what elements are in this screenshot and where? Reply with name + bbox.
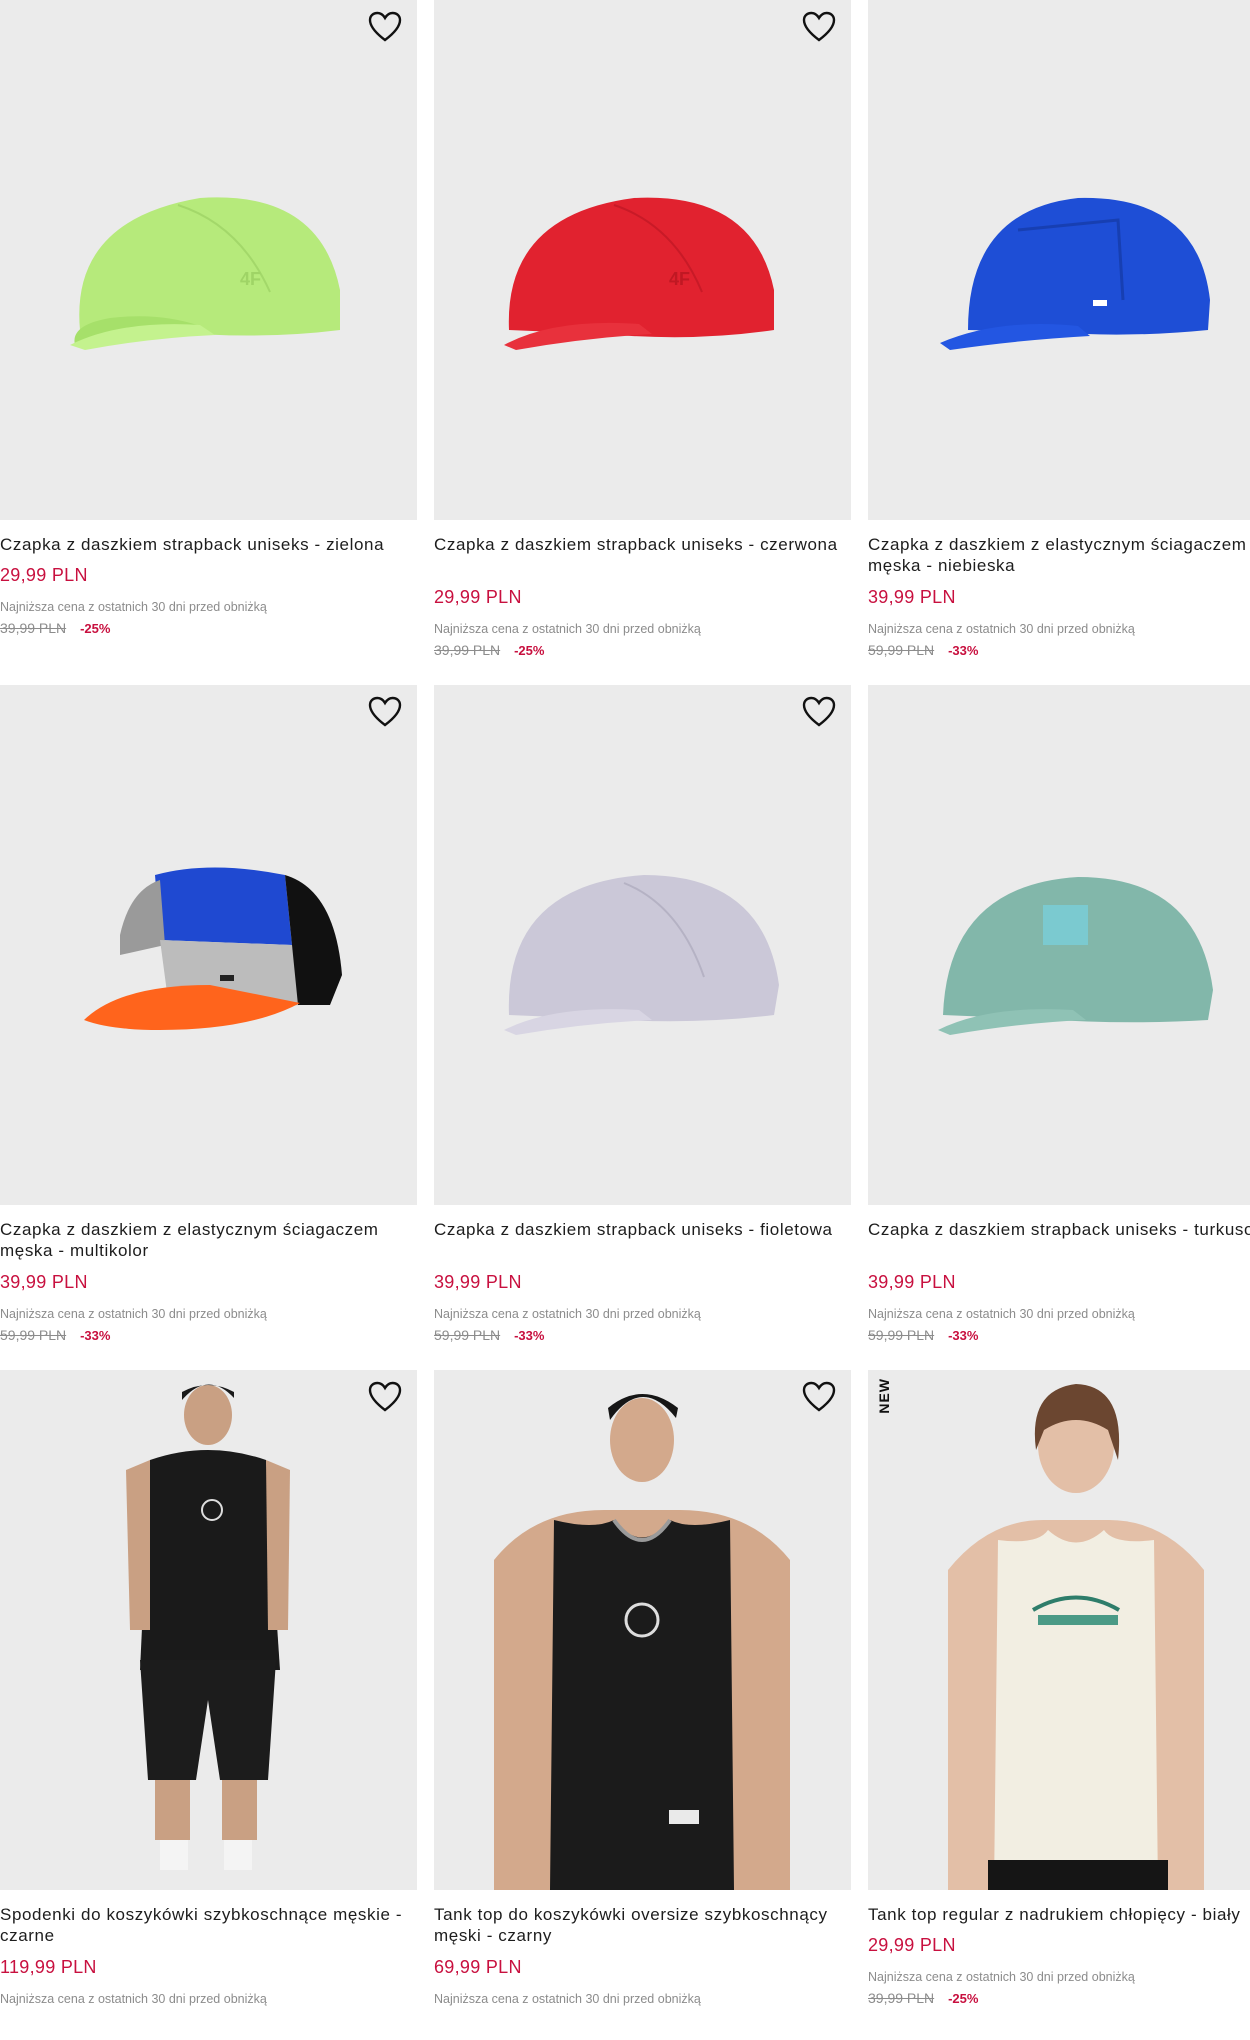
- lowest-price-label: Najniższa cena z ostatnich 30 dni przed …: [434, 1307, 701, 1321]
- discount-badge: -33%: [948, 643, 979, 658]
- wishlist-heart-icon[interactable]: [367, 10, 403, 44]
- lowest-price-label: Najniższa cena z ostatnich 30 dni przed …: [0, 600, 267, 614]
- product-price: 39,99 PLN: [868, 587, 956, 607]
- product-price: 39,99 PLN: [0, 1272, 88, 1292]
- product-price: 29,99 PLN: [868, 1935, 956, 1955]
- product-image[interactable]: [868, 1370, 1250, 1890]
- lowest-price-label: Najniższa cena z ostatnich 30 dni przed …: [868, 1970, 1135, 1984]
- lowest-price-label: Najniższa cena z ostatnich 30 dni przed …: [434, 1992, 701, 2006]
- product-card[interactable]: Czapka z daszkiem z elastycznym ściagacz…: [0, 685, 417, 1355]
- product-card[interactable]: Czapka z daszkiem z elastycznym ściagacz…: [868, 0, 1250, 670]
- product-card[interactable]: Czapka z daszkiem strapback uniseks - fi…: [434, 685, 851, 1355]
- product-title[interactable]: Czapka z daszkiem strapback uniseks - fi…: [434, 1219, 851, 1240]
- product-price: 29,99 PLN: [0, 565, 88, 585]
- old-price-row: 39,99 PLN -25%: [434, 642, 544, 658]
- product-card[interactable]: Czapka z daszkiem strapback uniseks - tu…: [868, 685, 1250, 1355]
- old-price: 39,99 PLN: [868, 1990, 935, 2006]
- product-image[interactable]: [0, 1370, 417, 1890]
- product-card[interactable]: NEW Tank top regular z nadrukiem chłopię…: [868, 1370, 1250, 2040]
- old-price-row: 39,99 PLN -25%: [0, 620, 110, 636]
- old-price-row: 59,99 PLN -33%: [434, 1327, 544, 1343]
- product-title-text: Czapka z daszkiem z elastycznym ściagacz…: [868, 535, 1247, 575]
- discount-badge: -33%: [948, 1328, 979, 1343]
- old-price: 59,99 PLN: [0, 1327, 67, 1343]
- wishlist-heart-icon[interactable]: [367, 695, 403, 729]
- product-title[interactable]: Tank top regular z nadrukiem chłopięcy -…: [868, 1904, 1250, 1925]
- product-price: 69,99 PLN: [434, 1957, 522, 1977]
- product-card[interactable]: 4F Czapka z daszkiem strapback uniseks -…: [0, 0, 417, 670]
- discount-badge: -25%: [514, 643, 545, 658]
- wishlist-heart-icon[interactable]: [801, 10, 837, 44]
- old-price: 39,99 PLN: [0, 620, 67, 636]
- product-image[interactable]: [0, 685, 417, 1205]
- discount-badge: -33%: [80, 1328, 111, 1343]
- discount-badge: -25%: [948, 1991, 979, 2006]
- product-title[interactable]: Czapka z daszkiem z elastycznym ściagacz…: [868, 534, 1250, 576]
- product-image[interactable]: 4F: [0, 0, 417, 520]
- lowest-price-label: Najniższa cena z ostatnich 30 dni przed …: [434, 622, 701, 636]
- product-image[interactable]: [434, 685, 851, 1205]
- discount-badge: -33%: [514, 1328, 545, 1343]
- wishlist-heart-icon[interactable]: [801, 695, 837, 729]
- wishlist-heart-icon[interactable]: [367, 1380, 403, 1414]
- lowest-price-label: Najniższa cena z ostatnich 30 dni przed …: [868, 1307, 1135, 1321]
- product-title[interactable]: Czapka z daszkiem strapback uniseks - zi…: [0, 534, 417, 555]
- old-price: 59,99 PLN: [868, 642, 935, 658]
- product-image[interactable]: [868, 685, 1250, 1205]
- product-price: 29,99 PLN: [434, 587, 522, 607]
- product-image[interactable]: 4F: [434, 0, 851, 520]
- product-image[interactable]: [868, 0, 1250, 520]
- old-price: 39,99 PLN: [434, 642, 501, 658]
- product-card[interactable]: Spodenki do koszykówki szybkoschnące męs…: [0, 1370, 417, 2040]
- old-price-row: 59,99 PLN -33%: [868, 642, 978, 658]
- product-card[interactable]: Tank top do koszykówki oversize szybkosc…: [434, 1370, 851, 2040]
- product-title[interactable]: Tank top do koszykówki oversize szybkosc…: [434, 1904, 851, 1946]
- lowest-price-label: Najniższa cena z ostatnich 30 dni przed …: [0, 1307, 267, 1321]
- discount-badge: -25%: [80, 621, 111, 636]
- lowest-price-label: Najniższa cena z ostatnich 30 dni przed …: [868, 622, 1135, 636]
- product-title[interactable]: Czapka z daszkiem strapback uniseks - cz…: [434, 534, 851, 555]
- product-card[interactable]: 4F Czapka z daszkiem strapback uniseks -…: [434, 0, 851, 670]
- product-price: 119,99 PLN: [0, 1957, 97, 1977]
- old-price-row: 39,99 PLN -25%: [868, 1990, 978, 2006]
- svg-text:4F: 4F: [240, 269, 261, 289]
- product-price: 39,99 PLN: [434, 1272, 522, 1292]
- product-title-text: Tank top regular z nadrukiem chłopięcy -…: [868, 1905, 1241, 1924]
- new-badge: NEW: [876, 1378, 892, 1414]
- svg-text:4F: 4F: [669, 269, 690, 289]
- product-image[interactable]: [434, 1370, 851, 1890]
- old-price-row: 59,99 PLN -33%: [868, 1327, 978, 1343]
- lowest-price-label: Najniższa cena z ostatnich 30 dni przed …: [0, 1992, 267, 2006]
- wishlist-heart-icon[interactable]: [801, 1380, 837, 1414]
- product-price: 39,99 PLN: [868, 1272, 956, 1292]
- product-grid: 4F Czapka z daszkiem strapback uniseks -…: [0, 0, 1250, 2014]
- old-price: 59,99 PLN: [434, 1327, 501, 1343]
- old-price: 59,99 PLN: [868, 1327, 935, 1343]
- product-title[interactable]: Czapka z daszkiem strapback uniseks - tu…: [868, 1219, 1250, 1240]
- product-title[interactable]: Spodenki do koszykówki szybkoschnące męs…: [0, 1904, 417, 1946]
- product-title[interactable]: Czapka z daszkiem z elastycznym ściagacz…: [0, 1219, 417, 1261]
- old-price-row: 59,99 PLN -33%: [0, 1327, 110, 1343]
